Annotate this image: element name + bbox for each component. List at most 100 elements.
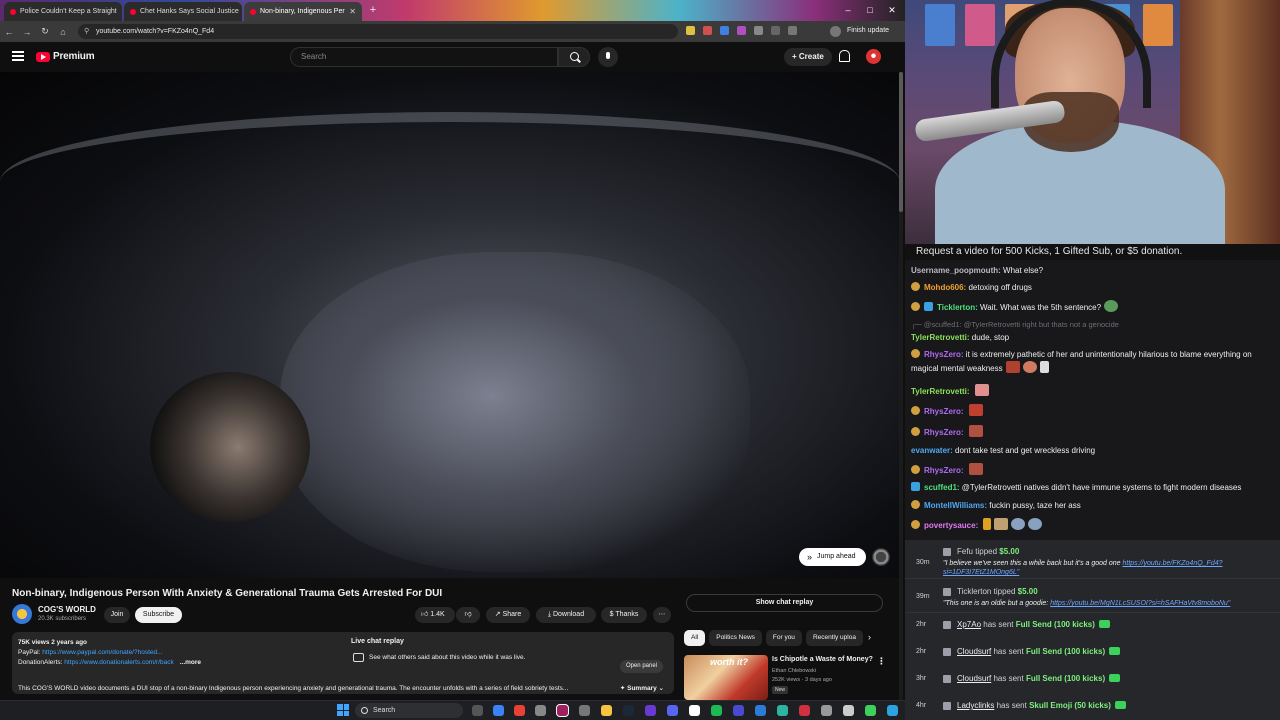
browser-tab-active[interactable]: Non-binary, Indigenous Per ✕ [244, 2, 362, 21]
close-tab-icon[interactable]: ✕ [117, 7, 122, 16]
tip-name[interactable]: Fefu [957, 547, 973, 556]
chat-username[interactable]: MontellWilliams: [924, 501, 987, 510]
voice-search-icon[interactable] [598, 47, 618, 67]
chat-username[interactable]: Mohdo606: [924, 283, 966, 292]
paypal-link[interactable]: https://www.paypal.com/donate/?hosted... [42, 649, 162, 656]
tip-name[interactable]: Ladyclinks [957, 701, 994, 710]
finish-update-button[interactable]: Finish update [847, 27, 889, 34]
app-icon[interactable] [755, 705, 766, 716]
extension-icon[interactable] [686, 26, 695, 35]
windows-start-icon[interactable] [337, 704, 349, 716]
spotify-icon[interactable] [711, 705, 722, 716]
channel-name[interactable]: COG'S WORLD [38, 605, 96, 614]
forward-arrow-icon[interactable]: → [18, 27, 36, 37]
app-icon[interactable] [579, 705, 590, 716]
chip-all[interactable]: All [684, 630, 706, 646]
show-chat-replay-button[interactable]: Show chat replay [686, 594, 883, 612]
extension-icon[interactable] [720, 26, 729, 35]
notifications-bell-icon[interactable] [839, 50, 850, 62]
like-button[interactable]: 👍︎ 1.4K [415, 607, 455, 623]
app-icon[interactable] [645, 705, 656, 716]
more-actions-button[interactable]: ⋯ [653, 607, 671, 623]
recommended-title[interactable]: Is Chipotle a Waste of Money? [772, 656, 882, 663]
dislike-button[interactable]: 👎︎ [456, 607, 480, 623]
youtube-logo[interactable]: Premium [36, 51, 95, 62]
discord-icon[interactable] [667, 705, 678, 716]
close-window-button[interactable]: ✕ [882, 3, 902, 17]
chrome-icon[interactable] [514, 705, 525, 716]
chat-username[interactable]: RhysZero: [924, 428, 964, 437]
tip-link[interactable]: https://youtu.be/MgN1LcSUSOI?si=hSAFHaVt… [1050, 600, 1230, 607]
browser-tab[interactable]: Chet Hanks Says Social Justice ✕ [124, 2, 242, 21]
app-icon[interactable] [733, 705, 744, 716]
app-icon-active[interactable] [556, 704, 569, 717]
download-icon[interactable] [788, 26, 797, 35]
show-more-link[interactable]: ...more [180, 659, 201, 666]
app-icon[interactable] [887, 705, 898, 716]
extensions-puzzle-icon[interactable] [754, 26, 763, 35]
share-button[interactable]: ↗ Share [486, 607, 530, 623]
chat-username[interactable]: RhysZero: [924, 407, 964, 416]
profile-avatar[interactable] [830, 26, 841, 37]
tip-name[interactable]: Ticklerton [957, 587, 991, 596]
steam-icon[interactable] [623, 705, 634, 716]
jump-ahead-button[interactable]: Jump ahead [799, 548, 866, 566]
chat-username[interactable]: povertysauce: [924, 521, 978, 530]
close-tab-icon[interactable]: ✕ [239, 7, 242, 16]
subscribe-button[interactable]: Subscribe [135, 607, 182, 623]
tip-name[interactable]: Cloudsurf [957, 647, 991, 656]
download-button[interactable]: ⤓ Download [536, 607, 596, 623]
extension-icon[interactable] [737, 26, 746, 35]
chip-politics-news[interactable]: Politics News [709, 630, 762, 646]
site-info-icon[interactable]: ⚲ [84, 24, 89, 39]
more-vert-icon[interactable]: ⋮ [877, 656, 886, 667]
reply-username[interactable]: @scuffed1: @TyIerRetrovetti [924, 320, 1020, 329]
donation-link[interactable]: https://www.donationalerts.com/r/back [64, 659, 173, 666]
chat-username[interactable]: Ticklerton: [937, 303, 978, 312]
new-tab-button[interactable]: + [366, 3, 380, 17]
search-button[interactable] [558, 47, 590, 67]
join-button[interactable]: Join [104, 607, 130, 623]
maximize-button[interactable]: □ [860, 3, 880, 17]
file-explorer-icon[interactable] [601, 705, 612, 716]
open-panel-button[interactable]: Open panel [619, 660, 663, 673]
video-player[interactable] [0, 72, 900, 578]
channel-avatar[interactable] [12, 604, 32, 624]
address-bar[interactable]: ⚲ youtube.com/watch?v=FKZo4nQ_Fd4 [78, 24, 678, 39]
account-avatar[interactable] [866, 49, 881, 64]
back-arrow-icon[interactable]: ← [0, 27, 18, 37]
ai-assistant-icon[interactable] [872, 548, 890, 566]
app-icon[interactable] [535, 705, 546, 716]
app-icon[interactable] [843, 705, 854, 716]
tip-name[interactable]: Cloudsurf [957, 674, 991, 683]
taskbar-search[interactable]: Search [355, 703, 463, 718]
home-icon[interactable]: ⌂ [54, 27, 72, 37]
chat-username[interactable]: RhysZero: [924, 350, 964, 359]
sidebar-icon[interactable] [771, 26, 780, 35]
chip-for-you[interactable]: For you [765, 630, 802, 646]
summary-toggle[interactable]: ✦ Summary ⌄ [620, 684, 664, 692]
edge-icon[interactable] [493, 705, 504, 716]
recommended-channel[interactable]: Ethan Chlebowski [772, 668, 816, 674]
app-icon[interactable] [799, 705, 810, 716]
close-tab-icon[interactable]: ✕ [345, 7, 356, 16]
minimize-button[interactable]: – [838, 3, 858, 17]
chip-recently-uploaded[interactable]: Recently uploa [805, 630, 863, 646]
task-view-icon[interactable] [472, 705, 483, 716]
chat-username[interactable]: TylerRetrovetti: [911, 387, 970, 396]
description-box[interactable]: 75K views 2 years ago PayPal: https://ww… [12, 632, 674, 694]
tip-name[interactable]: Xp7Ao [957, 620, 981, 629]
app-icon[interactable] [865, 705, 876, 716]
extension-icon[interactable] [703, 26, 712, 35]
chevron-right-icon[interactable]: › [868, 632, 871, 642]
create-button[interactable]: + Create [784, 48, 832, 66]
chat-username[interactable]: evanwater: [911, 446, 953, 455]
chat-username[interactable]: RhysZero: [924, 466, 964, 475]
chat-username[interactable]: TylerRetrovetti: [911, 333, 970, 342]
chat-username[interactable]: scuffed1: [924, 483, 960, 492]
recommended-thumbnail[interactable]: worth it? [684, 655, 768, 700]
menu-icon[interactable] [12, 51, 24, 61]
search-input[interactable]: Search [290, 47, 558, 67]
browser-tab[interactable]: Police Couldn't Keep a Straight ✕ [4, 2, 122, 21]
app-icon[interactable] [777, 705, 788, 716]
